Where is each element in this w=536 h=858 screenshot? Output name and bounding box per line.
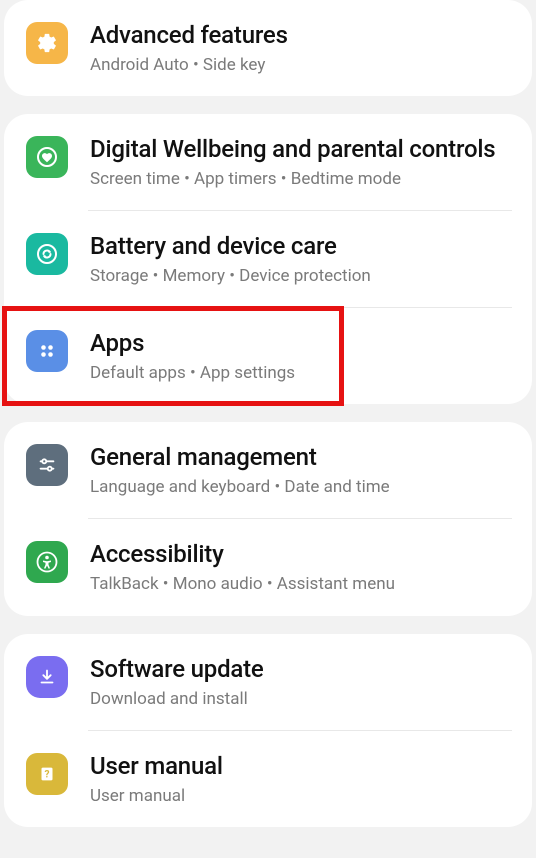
settings-item-text: Digital Wellbeing and parental controls …: [90, 134, 512, 190]
accessibility-person-icon: [26, 541, 68, 583]
svg-text:?: ?: [44, 769, 49, 780]
settings-item-text: General management Language and keyboard…: [90, 442, 512, 498]
settings-item-subtitle: Android Auto • Side key: [90, 54, 512, 76]
settings-item-title: User manual: [90, 751, 512, 781]
settings-item-subtitle: TalkBack • Mono audio • Assistant menu: [90, 573, 512, 595]
settings-group: Digital Wellbeing and parental controls …: [4, 114, 532, 404]
settings-item-title: Advanced features: [90, 20, 512, 50]
settings-item-advanced-features[interactable]: Advanced features Android Auto • Side ke…: [4, 0, 532, 96]
refresh-circle-icon: [26, 233, 68, 275]
settings-item-text: Accessibility TalkBack • Mono audio • As…: [90, 539, 512, 595]
settings-item-general-management[interactable]: General management Language and keyboard…: [4, 422, 532, 518]
settings-item-text: Advanced features Android Auto • Side ke…: [90, 20, 512, 76]
settings-item-title: Accessibility: [90, 539, 512, 569]
settings-item-subtitle: User manual: [90, 785, 512, 807]
settings-item-apps[interactable]: Apps Default apps • App settings: [4, 308, 342, 404]
settings-item-subtitle: Screen time • App timers • Bedtime mode: [90, 168, 512, 190]
sliders-icon: [26, 444, 68, 486]
settings-item-subtitle: Default apps • App settings: [90, 362, 322, 384]
settings-item-title: Apps: [90, 328, 322, 358]
settings-item-title: Digital Wellbeing and parental controls: [90, 134, 512, 164]
settings-item-title: Software update: [90, 654, 512, 684]
settings-item-text: User manual User manual: [90, 751, 512, 807]
settings-item-battery-device-care[interactable]: Battery and device care Storage • Memory…: [4, 211, 532, 307]
settings-item-text: Apps Default apps • App settings: [90, 328, 322, 384]
settings-item-title: General management: [90, 442, 512, 472]
settings-item-digital-wellbeing[interactable]: Digital Wellbeing and parental controls …: [4, 114, 532, 210]
heart-circle-icon: [26, 136, 68, 178]
settings-item-subtitle: Storage • Memory • Device protection: [90, 265, 512, 287]
book-question-icon: ?: [26, 753, 68, 795]
download-update-icon: [26, 656, 68, 698]
settings-item-accessibility[interactable]: Accessibility TalkBack • Mono audio • As…: [4, 519, 532, 615]
settings-item-software-update[interactable]: Software update Download and install: [4, 634, 532, 730]
settings-item-subtitle: Language and keyboard • Date and time: [90, 476, 512, 498]
gear-plus-icon: [26, 22, 68, 64]
settings-item-title: Battery and device care: [90, 231, 512, 261]
apps-grid-icon: [26, 330, 68, 372]
settings-group: Software update Download and install ? U…: [4, 634, 532, 827]
settings-group: General management Language and keyboard…: [4, 422, 532, 615]
settings-item-subtitle: Download and install: [90, 688, 512, 710]
settings-item-text: Software update Download and install: [90, 654, 512, 710]
settings-item-user-manual[interactable]: ? User manual User manual: [4, 731, 532, 827]
settings-group: Advanced features Android Auto • Side ke…: [4, 0, 532, 96]
settings-item-text: Battery and device care Storage • Memory…: [90, 231, 512, 287]
